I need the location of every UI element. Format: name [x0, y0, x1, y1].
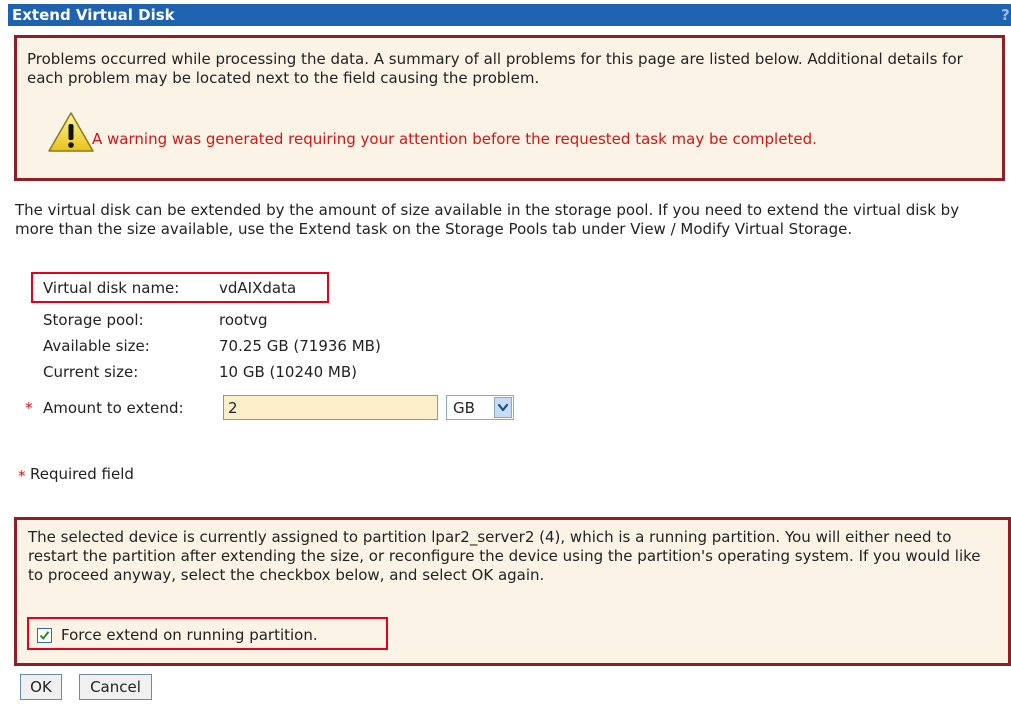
required-note-text: Required field — [30, 465, 134, 483]
available-size-value: 70.25 GB (71936 MB) — [219, 337, 381, 355]
checkbox-highlight — [27, 617, 388, 650]
amount-input[interactable] — [223, 395, 438, 420]
current-size-label: Current size: — [43, 363, 139, 381]
dialog-title: Extend Virtual Disk — [12, 6, 175, 24]
unit-value: GB — [453, 399, 475, 417]
warning-icon — [48, 112, 94, 152]
ok-button[interactable]: OK — [20, 674, 62, 700]
notice-text: The selected device is currently assigne… — [28, 528, 981, 584]
disk-name-label: Virtual disk name: — [43, 279, 180, 297]
storage-pool-value: rootvg — [219, 311, 268, 329]
dialog-title-bar: Extend Virtual Disk ? — [8, 4, 1011, 26]
chevron-down-icon[interactable] — [494, 397, 512, 418]
warning-text: A warning was generated requiring your a… — [92, 130, 817, 148]
cancel-button[interactable]: Cancel — [79, 674, 152, 700]
amount-label: Amount to extend: — [43, 399, 184, 417]
intro-text: The virtual disk can be extended by the … — [15, 201, 960, 238]
available-size-label: Available size: — [43, 337, 150, 355]
required-note-marker: * — [18, 467, 26, 485]
disk-name-value: vdAIXdata — [219, 279, 297, 297]
unit-select[interactable]: GB — [446, 395, 514, 420]
help-icon[interactable]: ? — [1001, 4, 1011, 26]
required-marker: * — [25, 399, 33, 417]
current-size-value: 10 GB (10240 MB) — [219, 363, 357, 381]
storage-pool-label: Storage pool: — [43, 311, 144, 329]
error-summary-text: Problems occurred while processing the d… — [27, 50, 963, 87]
error-summary-box: Problems occurred while processing the d… — [14, 35, 1005, 181]
